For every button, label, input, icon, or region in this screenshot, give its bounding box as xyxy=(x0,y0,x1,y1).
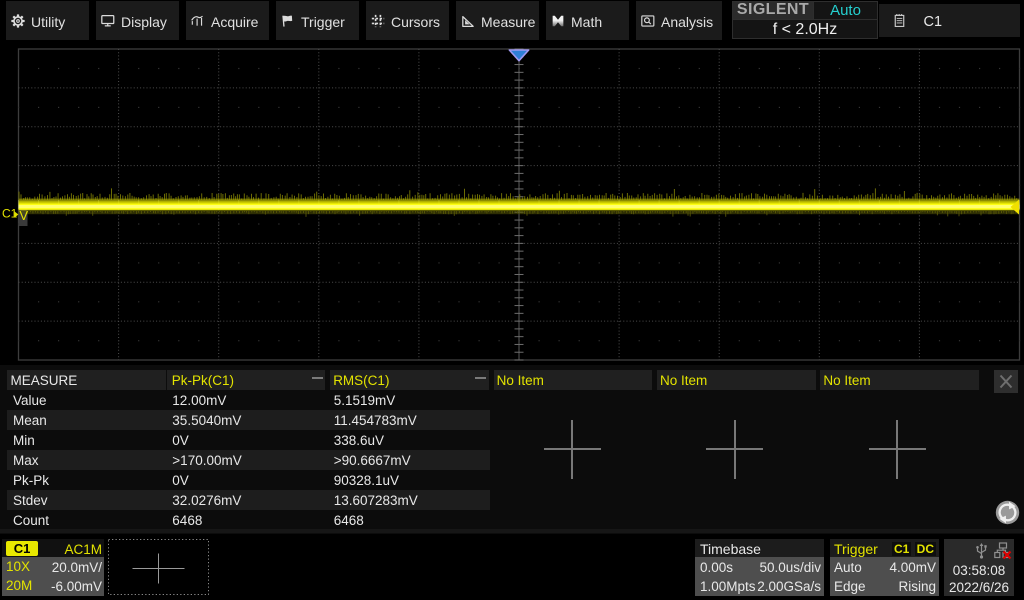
svg-text:V: V xyxy=(19,208,28,223)
